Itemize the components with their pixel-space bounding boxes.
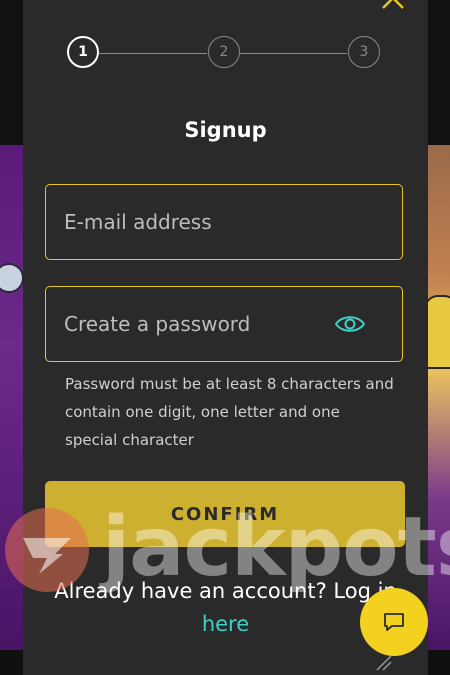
password-hint: Password must be at least 8 characters a… — [65, 375, 394, 449]
chat-button[interactable] — [360, 588, 428, 656]
login-link[interactable]: here — [202, 612, 249, 636]
chevron-up-icon — [382, 0, 404, 9]
signup-modal: 1 2 3 Signup Password must be at least 8… — [23, 0, 428, 675]
resize-grip-icon[interactable] — [375, 654, 393, 672]
confirm-button[interactable]: CONFIRM — [45, 481, 405, 547]
step-2: 2 — [208, 36, 240, 68]
step-3: 3 — [348, 36, 380, 68]
signup-stepper: 1 2 3 — [67, 36, 383, 70]
collapse-button[interactable] — [380, 0, 406, 12]
show-password-button[interactable] — [334, 313, 366, 335]
email-input[interactable] — [46, 185, 402, 259]
login-prompt-text: Already have an account? Log in — [54, 579, 397, 603]
step-connector — [239, 53, 347, 54]
background-character — [0, 263, 24, 293]
eye-icon — [334, 316, 366, 332]
chat-bubble-icon — [384, 613, 404, 631]
step-connector — [99, 53, 207, 54]
password-field — [45, 286, 403, 362]
page-title: Signup — [184, 118, 267, 142]
email-field — [45, 184, 403, 260]
step-1: 1 — [67, 36, 99, 68]
